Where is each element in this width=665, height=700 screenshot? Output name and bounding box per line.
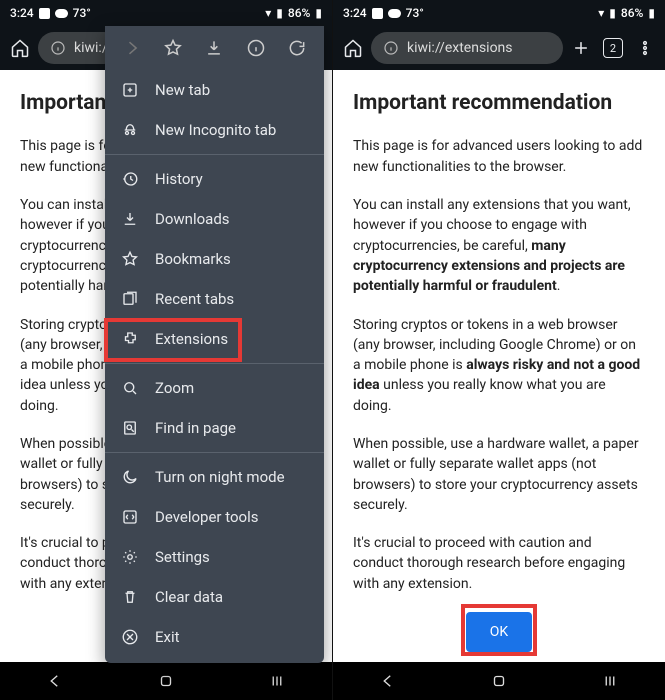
- status-battery: 86%: [288, 6, 310, 20]
- menu-settings[interactable]: Settings: [105, 537, 324, 577]
- menu-history[interactable]: History: [105, 159, 324, 199]
- home-icon[interactable]: [6, 34, 34, 62]
- phone-left: 3:24 73° ▾ ▮ 86% ▮ kiwi:/ Important reco…: [0, 0, 332, 700]
- menu-night-mode[interactable]: Turn on night mode: [105, 457, 324, 497]
- reload-icon[interactable]: [283, 34, 311, 62]
- menu-extensions[interactable]: Extensions: [105, 319, 324, 359]
- overflow-menu: New tab New Incognito tab History Downlo…: [105, 26, 324, 663]
- menu-clear-data[interactable]: Clear data: [105, 577, 324, 617]
- menu-separator: [105, 363, 324, 364]
- page-content: Important recommendation This page is fo…: [333, 70, 665, 662]
- para-1: This page is for advanced users looking …: [353, 136, 645, 177]
- signal-icon: ▮: [609, 6, 616, 20]
- home-icon[interactable]: [339, 34, 367, 62]
- overflow-icon[interactable]: [631, 34, 659, 62]
- page-title: Important recommendation: [353, 88, 645, 118]
- new-tab-icon[interactable]: [567, 34, 595, 62]
- battery-icon: ▮: [648, 6, 655, 20]
- battery-icon: ▮: [315, 6, 322, 20]
- menu-separator: [105, 154, 324, 155]
- para-5: It's crucial to proceed with caution and…: [353, 533, 645, 594]
- page-info-icon[interactable]: [242, 34, 270, 62]
- url-text: kiwi:/: [74, 40, 108, 56]
- android-navbar: [333, 662, 665, 700]
- download-icon[interactable]: [200, 34, 228, 62]
- para-2: You can install any extensions that you …: [353, 195, 645, 296]
- menu-bookmarks[interactable]: Bookmarks: [105, 239, 324, 279]
- status-temp: 73°: [73, 6, 91, 20]
- notif-icon: [372, 8, 383, 19]
- status-battery: 86%: [621, 6, 643, 20]
- status-bar: 3:24 73° ▾ ▮ 86% ▮: [0, 0, 332, 26]
- star-icon[interactable]: [159, 34, 187, 62]
- menu-exit[interactable]: Exit: [105, 617, 324, 657]
- weather-icon: [388, 9, 401, 18]
- status-temp: 73°: [406, 6, 424, 20]
- ok-wrap: OK: [353, 612, 645, 652]
- para-4: When possible, use a hardware wallet, a …: [353, 434, 645, 515]
- wifi-icon: ▾: [265, 6, 271, 20]
- weather-icon: [55, 9, 68, 18]
- status-time: 3:24: [10, 6, 34, 20]
- nav-recents[interactable]: [257, 669, 297, 693]
- ok-button[interactable]: OK: [466, 612, 532, 652]
- nav-back[interactable]: [35, 669, 75, 693]
- signal-icon: ▮: [276, 6, 283, 20]
- menu-find[interactable]: Find in page: [105, 408, 324, 448]
- info-icon: [50, 40, 66, 56]
- notif-icon: [39, 8, 50, 19]
- menu-dev-tools[interactable]: Developer tools: [105, 497, 324, 537]
- nav-recents[interactable]: [590, 669, 630, 693]
- menu-separator: [105, 452, 324, 453]
- url-box[interactable]: kiwi://extensions: [371, 32, 563, 64]
- url-text: kiwi://extensions: [407, 40, 513, 56]
- menu-zoom[interactable]: Zoom: [105, 368, 324, 408]
- forward-icon[interactable]: [118, 34, 146, 62]
- tab-switcher[interactable]: 2: [599, 34, 627, 62]
- phone-right: 3:24 73° ▾ ▮ 86% ▮ kiwi://extensions 2 I…: [333, 0, 665, 700]
- info-icon: [383, 40, 399, 56]
- para-3: Storing cryptos or tokens in a web brows…: [353, 315, 645, 416]
- menu-new-tab[interactable]: New tab: [105, 70, 324, 110]
- menu-icon-row: [105, 26, 324, 70]
- wifi-icon: ▾: [598, 6, 604, 20]
- status-bar: 3:24 73° ▾ ▮ 86% ▮: [333, 0, 665, 26]
- status-time: 3:24: [343, 6, 367, 20]
- address-bar: kiwi://extensions 2: [333, 26, 665, 70]
- android-navbar: [0, 662, 332, 700]
- menu-downloads[interactable]: Downloads: [105, 199, 324, 239]
- menu-recent-tabs[interactable]: Recent tabs: [105, 279, 324, 319]
- nav-back[interactable]: [368, 669, 408, 693]
- nav-home[interactable]: [479, 669, 519, 693]
- nav-home[interactable]: [146, 669, 186, 693]
- menu-new-incognito[interactable]: New Incognito tab: [105, 110, 324, 150]
